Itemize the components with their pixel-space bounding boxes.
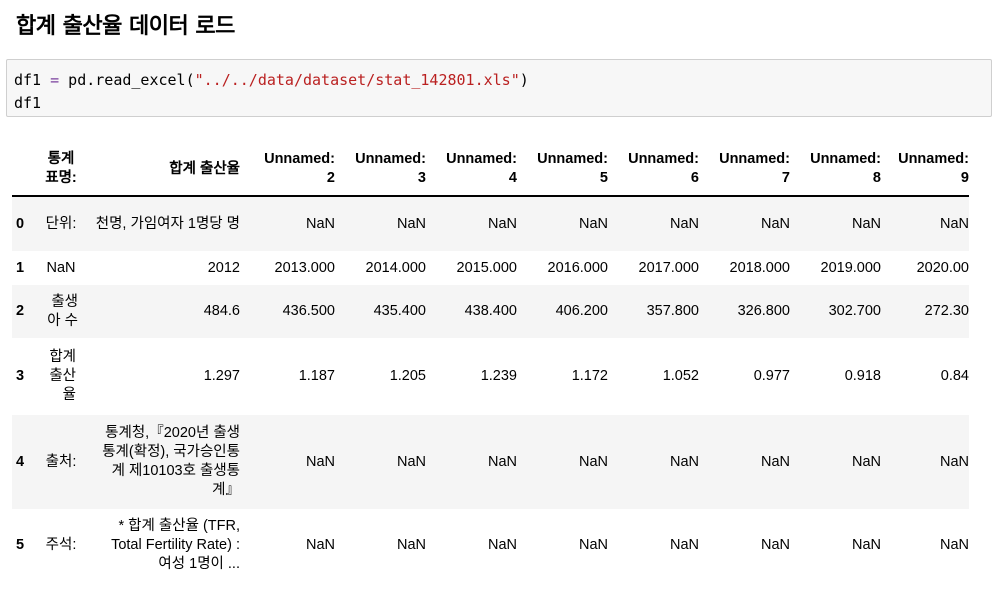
table-cell: 1.239 (480, 368, 517, 384)
table-cell: 통계청,『2020년 출생통계(확정), 국가승인통계 제10103호 출생통계… (102, 425, 240, 498)
table-cell: 2017.000 (638, 259, 699, 276)
table-cell: 1.052 (662, 368, 699, 384)
table-cell: NaN (760, 215, 790, 232)
column-header: Unnamed: 2 (244, 143, 335, 197)
table-row: 1 NaN 2012 2013.000 2014.000 2015.000 20… (12, 251, 969, 285)
table-cell: NaN (305, 215, 335, 232)
table-cell: 2013.000 (274, 259, 335, 276)
table-cell: NaN (396, 537, 426, 553)
table-cell: NaN (487, 215, 517, 232)
column-header: Unnamed: 8 (790, 143, 881, 197)
table-cell: 2020.00 (916, 259, 969, 276)
column-header: 통계 표명: (38, 143, 84, 197)
column-header: Unnamed: 5 (517, 143, 608, 197)
table-cell: NaN (939, 453, 969, 470)
table-row: 2 출생아 수 484.6 436.500 435.400 438.400 40… (12, 285, 969, 338)
code-function-call: pd.read_excel( (59, 71, 195, 89)
row-index: 1 (16, 259, 25, 276)
code-line-2: df1 (14, 94, 42, 112)
table-cell: NaN (669, 453, 699, 470)
table-cell: 출처: (45, 453, 77, 470)
table-cell: 합계 출산율 (49, 349, 76, 403)
table-cell: 2016.000 (547, 259, 608, 276)
row-index: 3 (16, 368, 25, 384)
column-header: Unnamed: 6 (608, 143, 699, 197)
table-cell: NaN (851, 215, 881, 232)
table-cell: NaN (939, 215, 969, 232)
column-header: Unnamed: 7 (699, 143, 790, 197)
table-cell: NaN (487, 453, 517, 470)
table-cell: 302.700 (828, 303, 881, 319)
table-cell: 436.500 (282, 303, 335, 319)
table-cell: NaN (851, 537, 881, 553)
table-cell: NaN (487, 537, 517, 553)
table-cell: 1.205 (389, 368, 426, 384)
table-cell: NaN (939, 537, 969, 553)
table-cell: 단위: (45, 215, 77, 232)
table-cell: NaN (396, 215, 426, 232)
table-cell: NaN (760, 453, 790, 470)
table-cell: NaN (760, 537, 790, 553)
table-cell: 주석: (45, 537, 77, 553)
table-cell: 406.200 (555, 303, 608, 319)
code-close-paren: ) (519, 71, 529, 89)
table-cell: 484.6 (203, 303, 240, 319)
table-header-row: 통계 표명: 합계 출산율 Unnamed: 2 Unnamed: 3 Unna… (12, 143, 969, 197)
table-cell: NaN (305, 453, 335, 470)
code-string-argument: "../../data/dataset/stat_142801.xls" (194, 71, 520, 89)
code-cell[interactable]: df1 = pd.read_excel("../../data/dataset/… (6, 59, 992, 117)
table-cell: NaN (851, 453, 881, 470)
table-cell: NaN (305, 537, 335, 553)
row-index: 2 (16, 303, 25, 319)
section-heading: 합계 출산율 데이터 로드 (16, 14, 235, 39)
table-cell: * 합계 출산율 (TFR, Total Fertility Rate) : 여… (111, 518, 240, 572)
dataframe-table: 통계 표명: 합계 출산율 Unnamed: 2 Unnamed: 3 Unna… (12, 143, 969, 582)
table-cell: 272.30 (924, 303, 969, 319)
table-row: 4 출처: 통계청,『2020년 출생통계(확정), 국가승인통계 제10103… (12, 415, 969, 509)
column-header: Unnamed: 3 (335, 143, 426, 197)
table-cell: NaN (578, 453, 608, 470)
table-cell: 326.800 (737, 303, 790, 319)
table-cell: 출생아 수 (47, 293, 78, 329)
table-cell: 0.84 (940, 368, 969, 384)
code-variable: df1 (14, 71, 51, 89)
column-header: 합계 출산율 (84, 143, 244, 197)
column-header: Unnamed: 4 (426, 143, 517, 197)
table-cell: 0.918 (844, 368, 881, 384)
code-line-1: df1 = pd.read_excel("../../data/dataset/… (14, 71, 529, 89)
table-cell: NaN (578, 537, 608, 553)
row-index: 4 (16, 453, 25, 470)
table-cell: 438.400 (464, 303, 517, 319)
column-header: Unnamed: 9 (881, 143, 969, 197)
table-cell: 1.297 (203, 368, 240, 384)
table-cell: 1.172 (571, 368, 608, 384)
table-cell: 435.400 (373, 303, 426, 319)
table-cell: NaN (396, 453, 426, 470)
index-header (12, 143, 38, 197)
table-cell: 2014.000 (365, 259, 426, 276)
table-cell: 천명, 가임여자 1명당 명 (95, 215, 240, 232)
table-cell: 2015.000 (456, 259, 517, 276)
table-cell: NaN (46, 259, 76, 276)
table-cell: 0.977 (753, 368, 790, 384)
table-cell: NaN (669, 215, 699, 232)
table-cell: 2019.000 (820, 259, 881, 276)
row-index: 0 (16, 215, 25, 232)
table-cell: 357.800 (646, 303, 699, 319)
table-row: 0 단위: 천명, 가임여자 1명당 명 NaN NaN NaN NaN NaN… (12, 196, 969, 251)
table-cell: 1.187 (298, 368, 335, 384)
row-index: 5 (16, 537, 25, 553)
table-cell: NaN (578, 215, 608, 232)
table-cell: 2012 (207, 259, 240, 276)
table-cell: NaN (669, 537, 699, 553)
code-operator: = (50, 71, 60, 89)
table-row: 3 합계 출산율 1.297 1.187 1.205 1.239 1.172 1… (12, 338, 969, 415)
table-cell: 2018.000 (729, 259, 790, 276)
table-row: 5 주석: * 합계 출산율 (TFR, Total Fertility Rat… (12, 509, 969, 582)
